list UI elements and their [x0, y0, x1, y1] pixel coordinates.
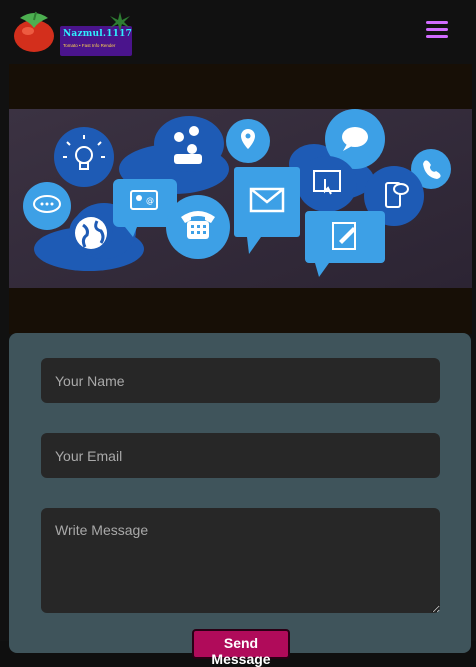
email-input[interactable] — [41, 433, 440, 478]
communication-illustration: @ — [9, 109, 472, 288]
leaf-icon — [110, 12, 130, 31]
hero-banner: @ — [9, 64, 472, 334]
message-textarea[interactable] — [41, 508, 440, 613]
hamburger-menu-icon[interactable] — [426, 21, 448, 39]
phone-icon — [166, 195, 230, 259]
contact-form: Send Message — [9, 333, 471, 667]
name-input[interactable] — [41, 358, 440, 403]
speech-icon — [23, 182, 71, 230]
svg-text:@: @ — [146, 196, 154, 205]
send-message-button[interactable]: Send Message — [192, 629, 290, 667]
menu-line — [426, 35, 448, 38]
left-edge — [0, 64, 9, 641]
globe-icon — [69, 211, 113, 255]
menu-line — [426, 21, 448, 24]
map-pin-icon — [226, 119, 270, 163]
top-navbar: Nazmul.1117 Tomato • Fast Info Render — [0, 0, 476, 64]
page: Nazmul.1117 Tomato • Fast Info Render @ … — [0, 0, 476, 667]
lightbulb-icon — [54, 127, 114, 187]
logo-subtitle: Tomato • Fast Info Render — [63, 43, 116, 48]
site-logo[interactable]: Nazmul.1117 Tomato • Fast Info Render — [12, 8, 132, 56]
touch-screen-icon — [297, 156, 357, 212]
menu-line — [426, 28, 448, 31]
